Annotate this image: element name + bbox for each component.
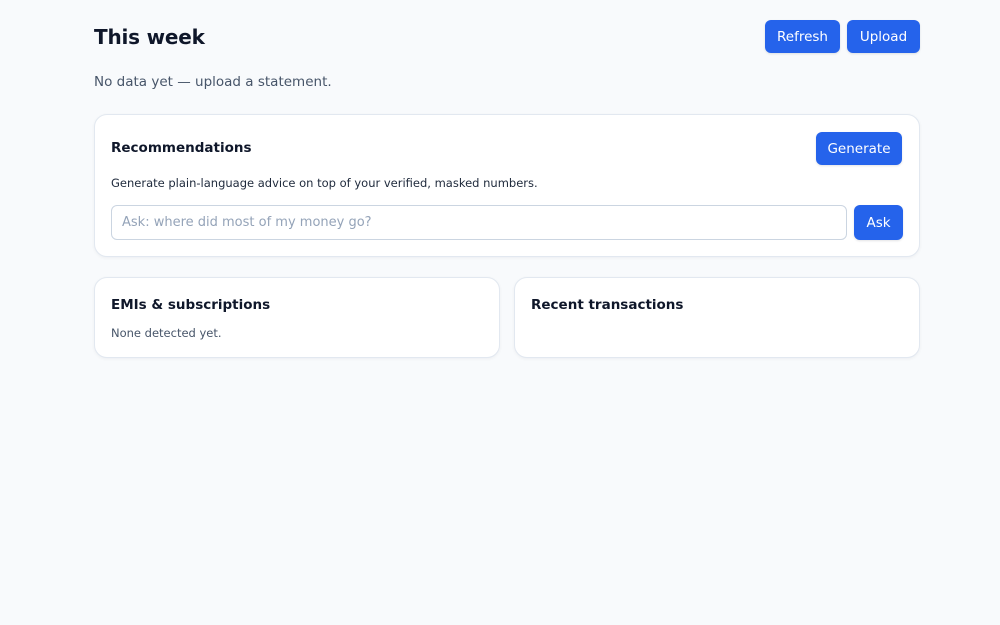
emis-empty-message: None detected yet. <box>111 326 222 340</box>
dashboard-page: This week Refresh Upload No data yet — u… <box>0 0 1000 625</box>
recommendations-card: Recommendations Generate Generate plain-… <box>94 114 920 257</box>
recent-transactions-card: Recent transactions <box>514 277 920 358</box>
page-header: This week Refresh Upload <box>94 20 920 53</box>
page-title: This week <box>94 24 205 49</box>
ask-input[interactable] <box>111 205 847 240</box>
header-actions: Refresh Upload <box>765 20 920 53</box>
refresh-button[interactable]: Refresh <box>765 20 840 53</box>
empty-state-message: No data yet — upload a statement. <box>94 74 332 90</box>
recommendations-title: Recommendations <box>111 140 252 156</box>
generate-button[interactable]: Generate <box>816 132 902 165</box>
ask-button[interactable]: Ask <box>854 205 903 240</box>
recent-transactions-title: Recent transactions <box>531 297 684 313</box>
recommendations-description: Generate plain-language advice on top of… <box>111 176 538 190</box>
upload-button[interactable]: Upload <box>847 20 920 53</box>
emis-subscriptions-card: EMIs & subscriptions None detected yet. <box>94 277 500 358</box>
emis-subscriptions-title: EMIs & subscriptions <box>111 297 271 313</box>
